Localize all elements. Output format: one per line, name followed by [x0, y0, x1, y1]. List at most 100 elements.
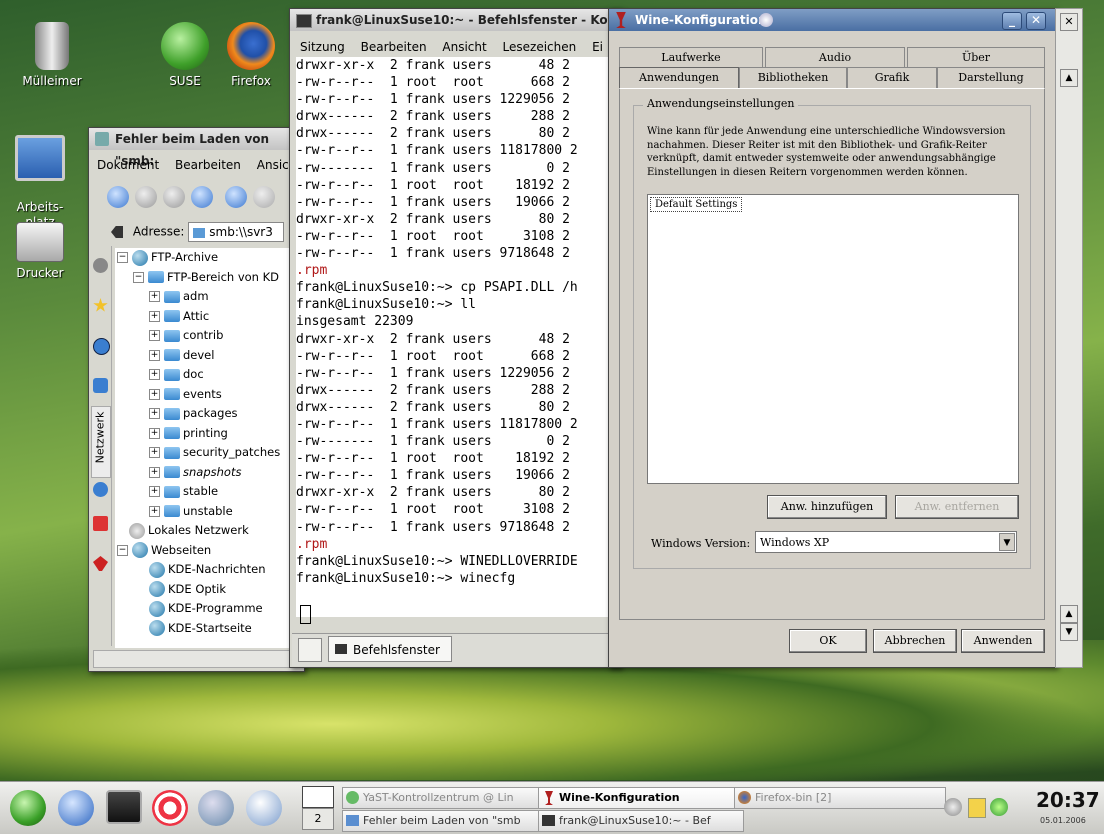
- suse-menu-icon[interactable]: [10, 790, 46, 826]
- network-icon[interactable]: [198, 790, 234, 826]
- tree-item[interactable]: + contrib: [149, 326, 223, 346]
- menu-item[interactable]: Bearbeiten: [361, 40, 427, 54]
- help-icon[interactable]: [152, 790, 188, 826]
- tree-item[interactable]: + security_patches: [149, 443, 280, 463]
- expand-icon[interactable]: +: [149, 291, 160, 302]
- task-konqueror[interactable]: Fehler beim Laden von "smb: [342, 810, 548, 832]
- tree-item[interactable]: + adm: [149, 287, 209, 307]
- desktop-icon-trash[interactable]: Mülleimer: [12, 22, 92, 88]
- scroll-up-icon[interactable]: ▲: [1060, 69, 1078, 87]
- forward-icon[interactable]: [135, 186, 157, 208]
- desktop-icon-suse[interactable]: SUSE: [145, 22, 225, 88]
- services-icon[interactable]: [93, 556, 108, 571]
- pin-icon[interactable]: [759, 13, 773, 27]
- cancel-button[interactable]: Abbrechen: [873, 629, 957, 653]
- menu-item[interactable]: Ei: [592, 40, 603, 54]
- tree-item[interactable]: Lokales Netzwerk: [129, 521, 249, 541]
- settings-icon[interactable]: [93, 258, 108, 273]
- expand-icon[interactable]: +: [149, 330, 160, 341]
- menu-item[interactable]: Lesezeichen: [503, 40, 577, 54]
- add-application-button[interactable]: Anw. hinzufügen: [767, 495, 887, 519]
- stop-icon[interactable]: [253, 186, 275, 208]
- konsole-titlebar[interactable]: frank@LinuxSuse10:~ - Befehlsfenster - K…: [290, 9, 644, 31]
- menu-item[interactable]: Ansicht: [442, 40, 486, 54]
- media-icon[interactable]: [93, 516, 108, 531]
- terminal-output[interactable]: drwxr-xr-x 2 frank users 48 2 -rw-r--r-- …: [296, 57, 610, 617]
- tree-item[interactable]: + Attic: [149, 307, 209, 327]
- tree-item[interactable]: + unstable: [149, 502, 233, 522]
- new-session-icon[interactable]: [298, 638, 322, 662]
- session-tab[interactable]: Befehlsfenster: [328, 636, 452, 662]
- tree-item[interactable]: + snapshots: [149, 463, 241, 483]
- network-icon[interactable]: [93, 482, 108, 497]
- tree-item[interactable]: + devel: [149, 346, 214, 366]
- tree-item[interactable]: + printing: [149, 424, 228, 444]
- remove-application-button[interactable]: Anw. entfernen: [895, 495, 1019, 519]
- tab-laufwerke[interactable]: Laufwerke: [619, 47, 763, 68]
- task-wine[interactable]: Wine-Konfiguration: [538, 787, 744, 809]
- tab-audio[interactable]: Audio: [765, 47, 905, 68]
- sidebar-tab-network[interactable]: Netzwerk: [91, 406, 111, 478]
- collapse-icon[interactable]: −: [117, 252, 128, 263]
- desktop-pager-2[interactable]: 2: [302, 808, 334, 830]
- konqueror-titlebar[interactable]: Fehler beim Laden von "smb:: [89, 128, 304, 168]
- menu-item[interactable]: Bearbeiten: [175, 158, 241, 172]
- home-icon[interactable]: [58, 790, 94, 826]
- tree-item[interactable]: + packages: [149, 404, 238, 424]
- browser-icon[interactable]: [246, 790, 282, 826]
- tree-item[interactable]: KDE-Programme: [149, 599, 263, 619]
- tray-klipper-icon[interactable]: [968, 798, 986, 818]
- tree-item[interactable]: KDE Optik: [149, 580, 226, 600]
- tab-grafik[interactable]: Grafik: [847, 67, 937, 88]
- tab-bibliotheken[interactable]: Bibliotheken: [739, 67, 847, 88]
- expand-icon[interactable]: +: [149, 466, 160, 478]
- apply-button[interactable]: Anwenden: [961, 629, 1045, 653]
- home-icon[interactable]: [191, 186, 213, 208]
- up-icon[interactable]: [163, 186, 185, 208]
- ok-button[interactable]: OK: [789, 629, 867, 653]
- minimize-button[interactable]: _: [1002, 12, 1022, 30]
- reload-icon[interactable]: [225, 186, 247, 208]
- expand-icon[interactable]: +: [149, 427, 160, 439]
- tab-anwendungen[interactable]: Anwendungen: [619, 67, 739, 88]
- tree-item[interactable]: KDE-Nachrichten: [149, 560, 265, 580]
- expand-icon[interactable]: +: [149, 486, 160, 497]
- expand-icon[interactable]: +: [149, 505, 160, 517]
- clear-address-icon[interactable]: [111, 226, 123, 238]
- home-folder-icon[interactable]: [93, 378, 108, 393]
- chevron-down-icon[interactable]: ▼: [999, 533, 1015, 551]
- expand-icon[interactable]: +: [149, 447, 160, 458]
- history-icon[interactable]: [93, 338, 110, 355]
- desktop-icon-printer[interactable]: Drucker: [10, 222, 70, 280]
- close-button[interactable]: ✕: [1060, 13, 1078, 31]
- tab-darstellung[interactable]: Darstellung: [937, 67, 1045, 88]
- desktop-icon-firefox[interactable]: Firefox: [216, 22, 286, 88]
- close-button[interactable]: ✕: [1026, 12, 1046, 30]
- back-icon[interactable]: [107, 186, 129, 208]
- list-item[interactable]: Default Settings: [650, 197, 743, 212]
- expand-icon[interactable]: +: [149, 408, 160, 419]
- terminal-icon[interactable]: [106, 790, 142, 824]
- scroll-up-icon[interactable]: ▲: [1060, 605, 1078, 623]
- tab-ueber[interactable]: Über: [907, 47, 1045, 68]
- task-konsole[interactable]: frank@LinuxSuse10:~ - Bef: [538, 810, 744, 832]
- address-field[interactable]: smb:\\svr3: [188, 222, 285, 242]
- application-list[interactable]: Default Settings: [647, 194, 1019, 484]
- collapse-icon[interactable]: −: [117, 544, 128, 556]
- tree-item[interactable]: − Webseiten: [117, 541, 211, 561]
- task-yast[interactable]: YaST-Kontrollzentrum @ Lin: [342, 787, 548, 809]
- menu-item[interactable]: Sitzung: [300, 40, 345, 54]
- tray-network-icon[interactable]: [944, 798, 962, 816]
- wine-titlebar[interactable]: Wine-Konfiguration _ ✕: [609, 9, 1056, 31]
- menu-item[interactable]: Dokument: [97, 158, 159, 172]
- menu-item[interactable]: Ansic: [257, 158, 289, 172]
- tree-item[interactable]: − FTP-Archive: [117, 248, 218, 268]
- tree-item[interactable]: + doc: [149, 365, 204, 385]
- tray-suse-icon[interactable]: [990, 798, 1008, 816]
- scroll-down-icon[interactable]: ▼: [1060, 623, 1078, 641]
- bookmarks-icon[interactable]: [93, 298, 108, 312]
- tree-item[interactable]: − FTP-Bereich von KD: [133, 268, 279, 288]
- clock[interactable]: 20:37: [1036, 788, 1100, 812]
- task-firefox[interactable]: Firefox-bin [2]: [734, 787, 946, 809]
- desktop-pager-1[interactable]: [302, 786, 334, 808]
